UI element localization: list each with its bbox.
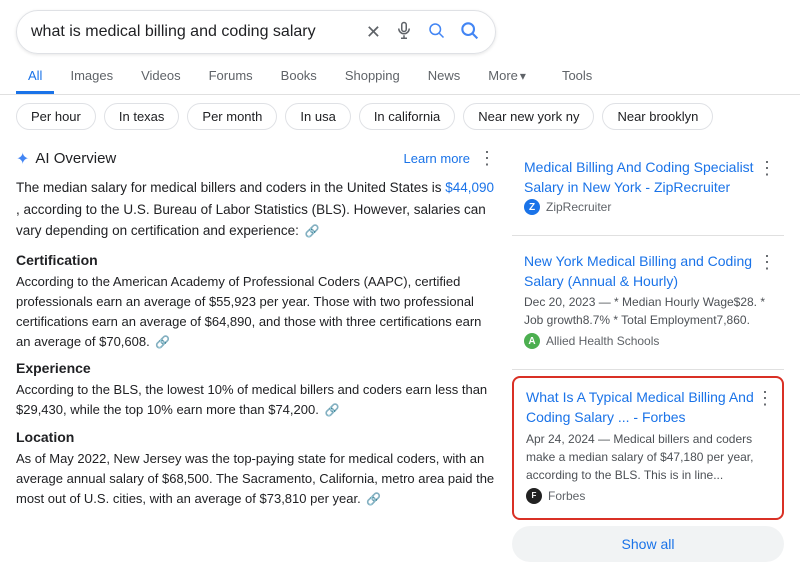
learn-more-link[interactable]: Learn more xyxy=(404,151,470,166)
source-icon-zip: Z xyxy=(524,199,540,215)
salary-highlight: $44,090 xyxy=(445,180,494,195)
ai-overview-header: ✦ AI Overview Learn more ⋮ xyxy=(16,148,496,169)
ai-overview-title: ✦ AI Overview xyxy=(16,149,116,169)
result-source-line-2: A Allied Health Schools xyxy=(524,333,772,349)
chip-per-month[interactable]: Per month xyxy=(187,103,277,130)
ai-overview: ✦ AI Overview Learn more ⋮ The median sa… xyxy=(16,138,496,513)
section-certification-title: Certification xyxy=(16,252,496,268)
tab-forums[interactable]: Forums xyxy=(197,60,265,94)
chip-in-texas[interactable]: In texas xyxy=(104,103,180,130)
sparkle-icon: ✦ xyxy=(16,149,29,169)
chip-near-new-york[interactable]: Near new york ny xyxy=(463,103,594,130)
source-icon-allied: A xyxy=(524,333,540,349)
tab-tools[interactable]: Tools xyxy=(550,60,604,94)
search-submit-icon[interactable] xyxy=(457,18,481,47)
overview-intro: The median salary for medical billers an… xyxy=(16,177,496,242)
section-experience-title: Experience xyxy=(16,360,496,376)
source-name-3: Forbes xyxy=(548,489,585,503)
section-experience-text: According to the BLS, the lowest 10% of … xyxy=(16,380,496,420)
citation-link-exp[interactable]: 🔗 xyxy=(324,401,339,420)
search-bar-container: ✕ xyxy=(0,0,800,54)
divider-2 xyxy=(512,369,784,370)
chip-in-california[interactable]: In california xyxy=(359,103,455,130)
nav-tabs: All Images Videos Forums Books Shopping … xyxy=(0,54,800,95)
result-title-1: Medical Billing And Coding Specialist Sa… xyxy=(524,158,772,197)
tab-books[interactable]: Books xyxy=(269,60,329,94)
section-certification-text: According to the American Academy of Pro… xyxy=(16,272,496,353)
result-source-line-1: Z ZipRecruiter xyxy=(524,199,772,215)
result-title-3: What Is A Typical Medical Billing And Co… xyxy=(526,388,770,427)
card-menu-3[interactable]: ⋮ xyxy=(756,388,774,409)
chevron-down-icon: ▾ xyxy=(520,69,526,83)
search-bar: ✕ xyxy=(16,10,496,54)
result-card-2[interactable]: New York Medical Billing and Coding Sala… xyxy=(512,242,784,363)
tab-shopping[interactable]: Shopping xyxy=(333,60,412,94)
card-menu-2[interactable]: ⋮ xyxy=(758,252,776,273)
citation-link-cert[interactable]: 🔗 xyxy=(155,333,170,352)
source-icon-forbes: F xyxy=(526,488,542,504)
tab-images[interactable]: Images xyxy=(58,60,125,94)
result-card-1[interactable]: Medical Billing And Coding Specialist Sa… xyxy=(512,148,784,229)
clear-icon[interactable]: ✕ xyxy=(364,20,383,45)
show-all-button[interactable]: Show all xyxy=(512,526,784,562)
result-source-line-3: F Forbes xyxy=(526,488,770,504)
filter-chips: Per hour In texas Per month In usa In ca… xyxy=(0,95,800,138)
main-content: ✦ AI Overview Learn more ⋮ The median sa… xyxy=(0,138,800,513)
result-card-3[interactable]: What Is A Typical Medical Billing And Co… xyxy=(512,376,784,519)
left-column: ✦ AI Overview Learn more ⋮ The median sa… xyxy=(16,138,496,513)
chip-near-brooklyn[interactable]: Near brooklyn xyxy=(602,103,713,130)
card-menu-1[interactable]: ⋮ xyxy=(758,158,776,179)
citation-link-loc[interactable]: 🔗 xyxy=(366,490,381,509)
more-options-icon[interactable]: ⋮ xyxy=(478,148,496,169)
lens-icon[interactable] xyxy=(425,19,447,46)
tab-videos[interactable]: Videos xyxy=(129,60,193,94)
section-location-title: Location xyxy=(16,429,496,445)
tab-all[interactable]: All xyxy=(16,60,54,94)
section-location-text: As of May 2022, New Jersey was the top-p… xyxy=(16,449,496,509)
result-snippet-2: Dec 20, 2023 — * Median Hourly Wage$28. … xyxy=(524,293,772,329)
chip-per-hour[interactable]: Per hour xyxy=(16,103,96,130)
source-name-1: ZipRecruiter xyxy=(546,200,611,214)
result-title-2: New York Medical Billing and Coding Sala… xyxy=(524,252,772,291)
citation-link[interactable]: 🔗 xyxy=(305,222,320,241)
tab-more[interactable]: More ▾ xyxy=(476,60,538,94)
chip-in-usa[interactable]: In usa xyxy=(285,103,350,130)
search-input[interactable] xyxy=(31,23,364,41)
divider-1 xyxy=(512,235,784,236)
source-name-2: Allied Health Schools xyxy=(546,334,659,348)
result-snippet-3: Apr 24, 2024 — Medical billers and coder… xyxy=(526,430,770,484)
microphone-icon[interactable] xyxy=(393,19,415,46)
right-column: Medical Billing And Coding Specialist Sa… xyxy=(512,138,784,513)
tab-news[interactable]: News xyxy=(416,60,473,94)
